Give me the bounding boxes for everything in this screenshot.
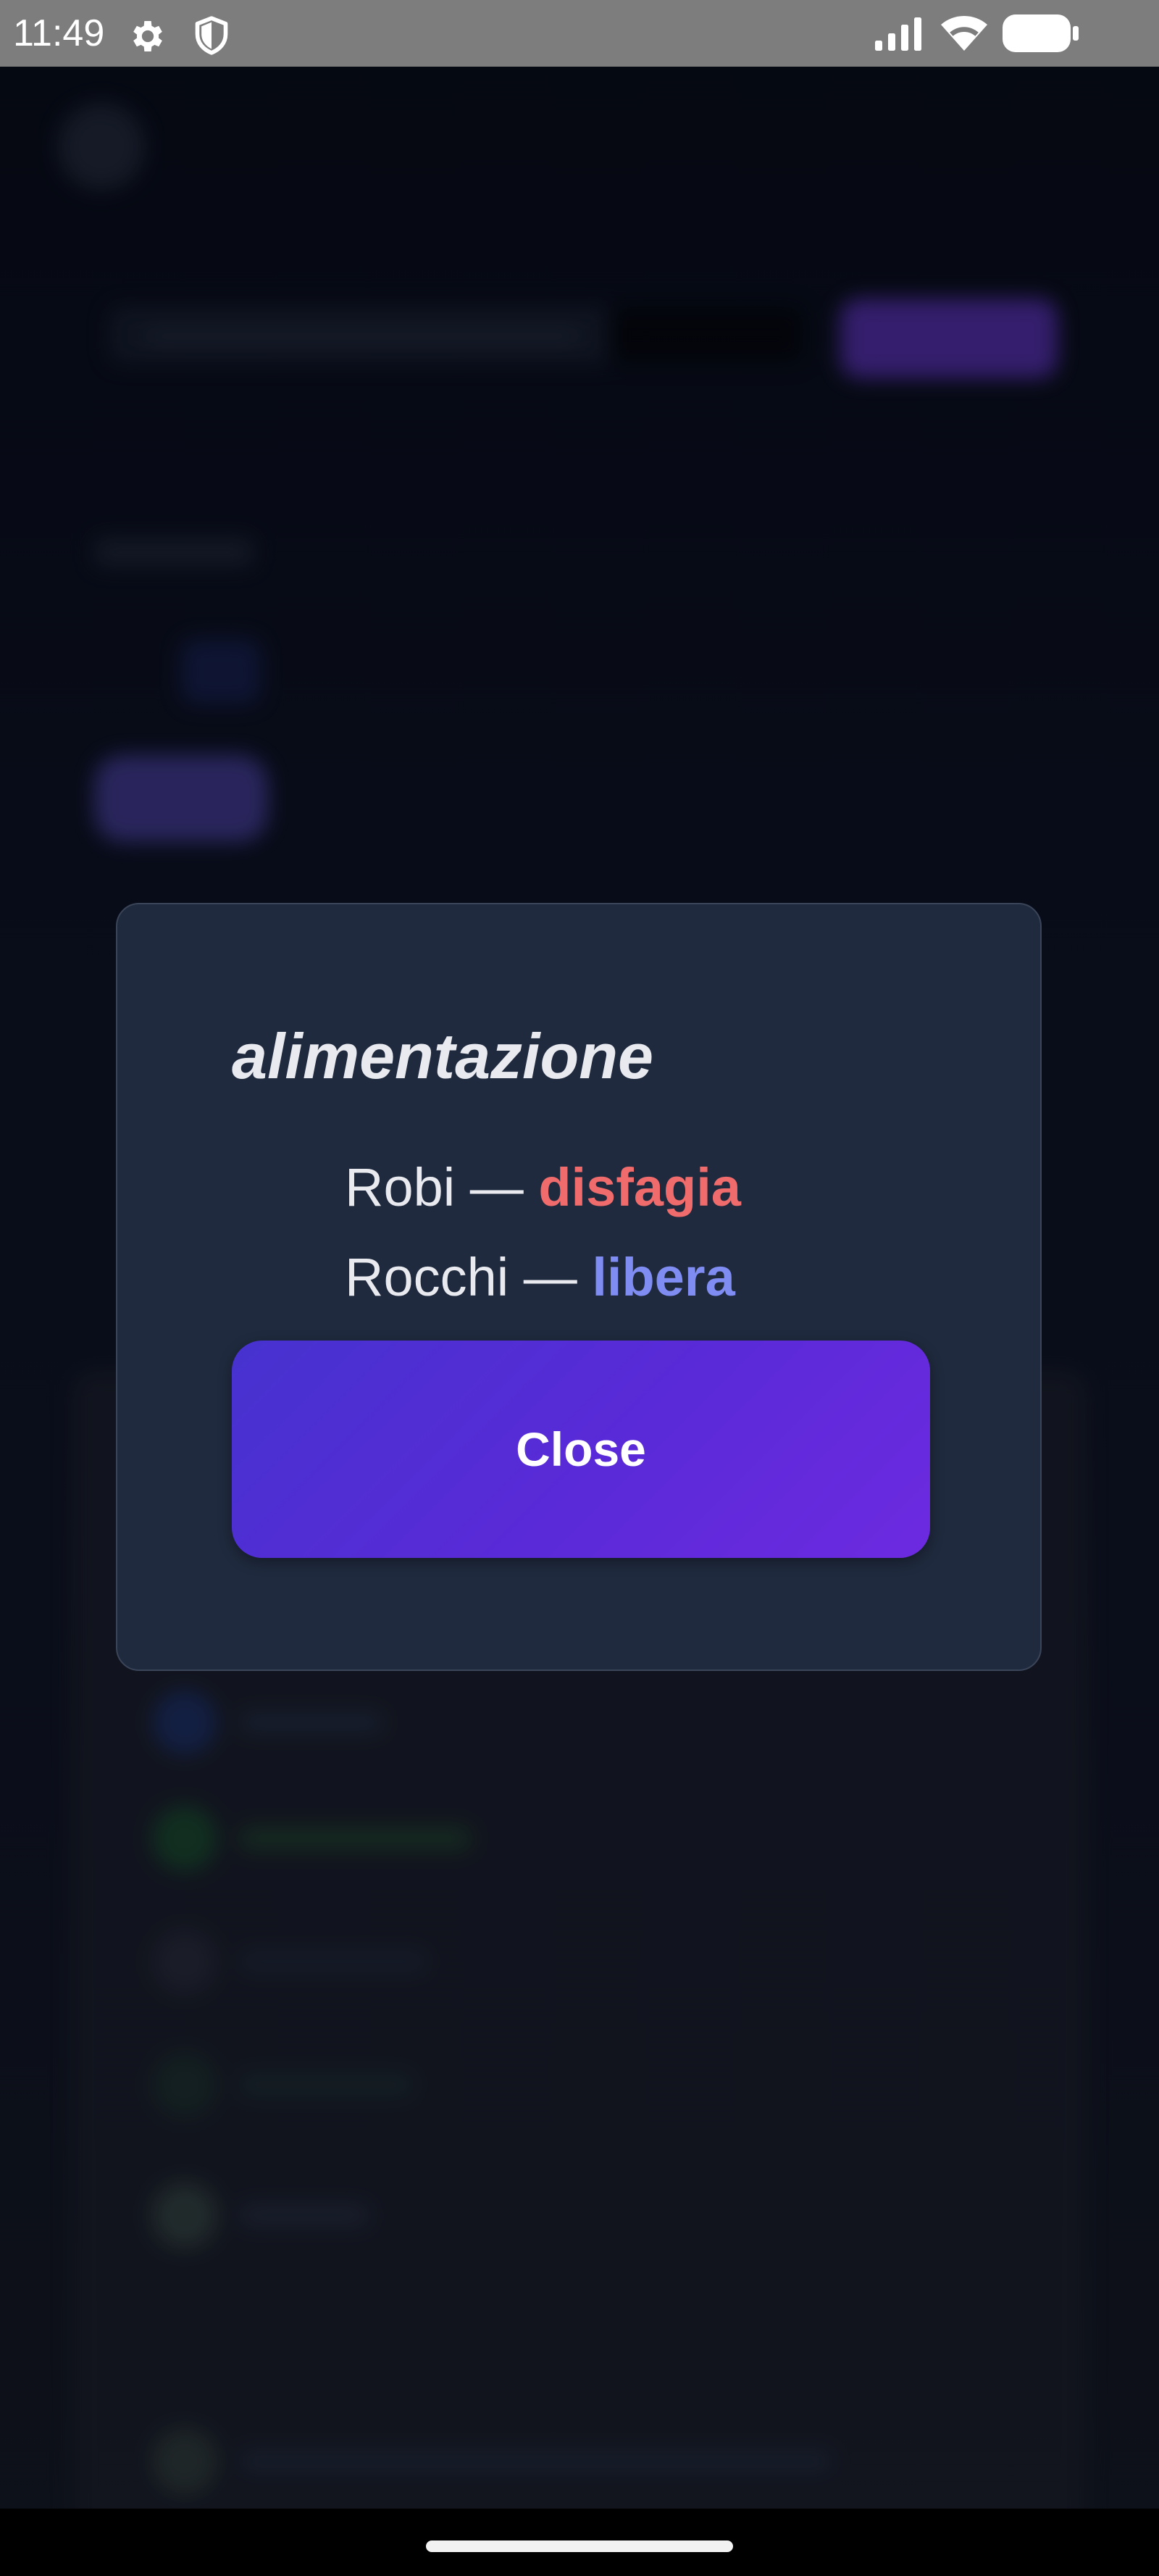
close-button[interactable]: Close xyxy=(232,1341,930,1558)
person-name: Robi xyxy=(345,1157,456,1217)
home-indicator[interactable] xyxy=(426,2540,733,2552)
signal-icon xyxy=(875,17,921,51)
diet-entry: Rocchi — libera xyxy=(345,1245,735,1310)
status-time: 11:49 xyxy=(13,12,105,54)
wifi-icon xyxy=(941,16,987,51)
battery-icon xyxy=(1003,14,1079,52)
person-name: Rocchi xyxy=(345,1247,509,1307)
diet-value: libera xyxy=(592,1247,735,1307)
navigation-bar xyxy=(0,2509,1159,2576)
entry-separator: — xyxy=(455,1157,539,1217)
status-bar: 11:49 xyxy=(0,0,1159,67)
info-dialog: alimentazione Robi — disfagia Rocchi — l… xyxy=(116,903,1042,1671)
dialog-title: alimentazione xyxy=(232,1020,653,1092)
diet-entry: Robi — disfagia xyxy=(345,1155,741,1220)
diet-value: disfagia xyxy=(538,1157,741,1217)
gear-icon xyxy=(133,21,162,51)
screen: 11:49 alimentazione Robi — disfagia Rocc… xyxy=(0,0,1159,2576)
shield-icon xyxy=(195,16,228,55)
entry-separator: — xyxy=(509,1247,593,1307)
